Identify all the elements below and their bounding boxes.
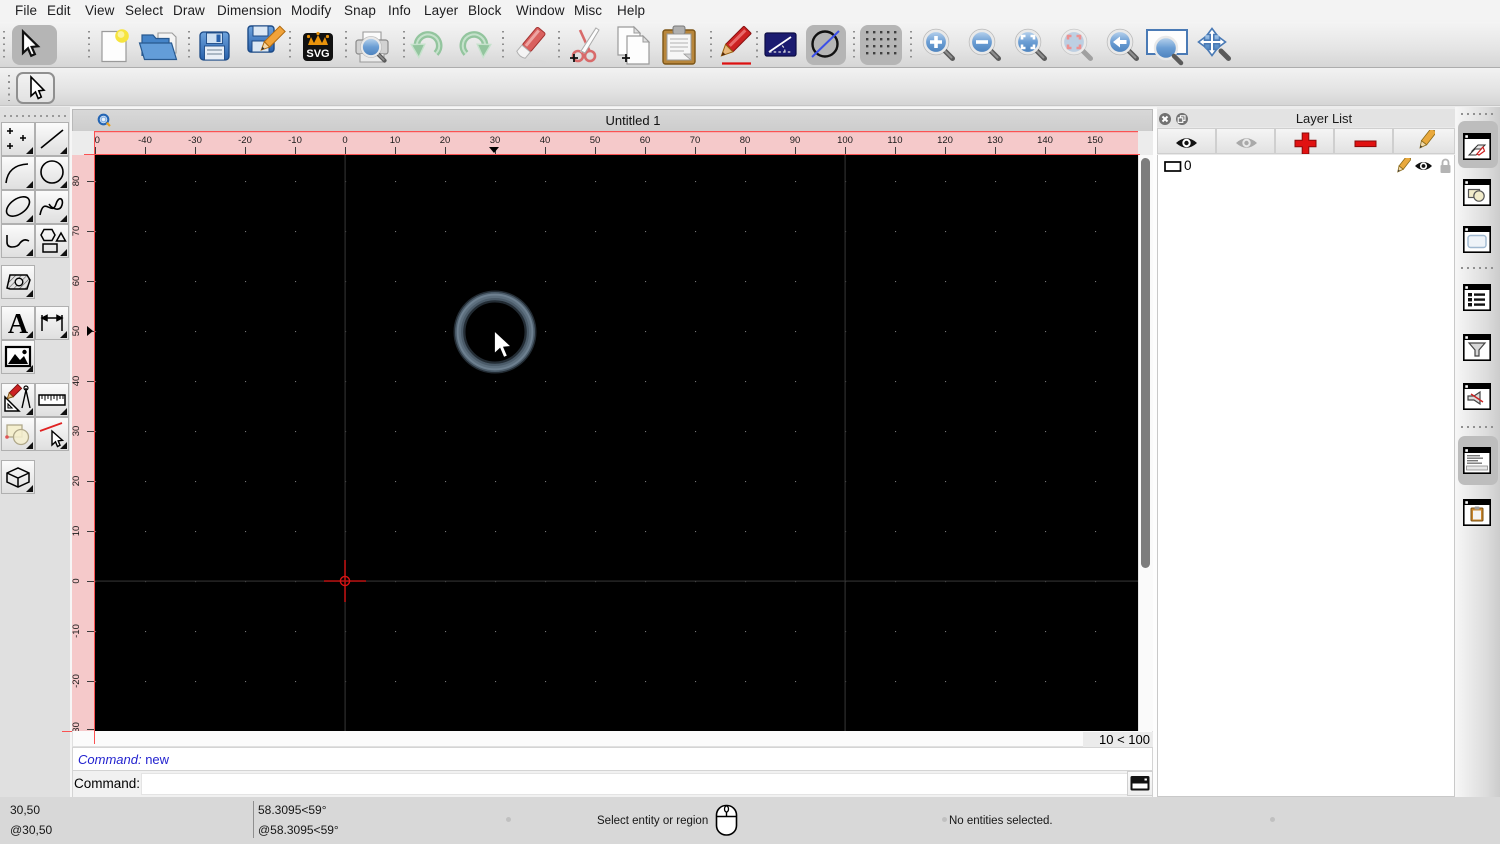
svg-text:SVG: SVG	[306, 48, 329, 60]
svg-text:30: 30	[72, 426, 82, 437]
svg-text:-20: -20	[72, 674, 82, 688]
svg-text:50: 50	[72, 326, 82, 337]
svg-text:110: 110	[887, 135, 902, 146]
svg-text:40: 40	[72, 376, 82, 387]
svg-text:-10: -10	[288, 135, 302, 146]
svg-text:60: 60	[640, 135, 651, 146]
svg-text:90: 90	[790, 135, 801, 146]
svg-text:20: 20	[72, 476, 82, 487]
svg-text:50: 50	[590, 135, 601, 146]
svg-text:30: 30	[490, 135, 501, 146]
svg-text:10: 10	[390, 135, 401, 146]
svg-text:70: 70	[72, 226, 82, 237]
svg-text:-50: -50	[95, 135, 100, 146]
svg-text:-20: -20	[238, 135, 252, 146]
svg-text:20: 20	[440, 135, 451, 146]
svg-text:70: 70	[690, 135, 701, 146]
svg-text:40: 40	[540, 135, 551, 146]
svg-text:0: 0	[342, 135, 347, 146]
svg-text:-30: -30	[188, 135, 202, 146]
svg-text:100: 100	[837, 135, 853, 146]
svg-text:80: 80	[740, 135, 751, 146]
svg-text:60: 60	[72, 276, 82, 287]
svg-text:140: 140	[1037, 135, 1053, 146]
svg-text:120: 120	[937, 135, 953, 146]
svg-text:-10: -10	[72, 624, 82, 638]
svg-text:0: 0	[72, 578, 82, 583]
svg-text:-40: -40	[138, 135, 152, 146]
svg-text:150: 150	[1087, 135, 1103, 146]
svg-text:80: 80	[72, 176, 82, 187]
svg-text:-30: -30	[72, 722, 82, 731]
svg-text:130: 130	[987, 135, 1003, 146]
svg-text:10: 10	[72, 526, 82, 537]
